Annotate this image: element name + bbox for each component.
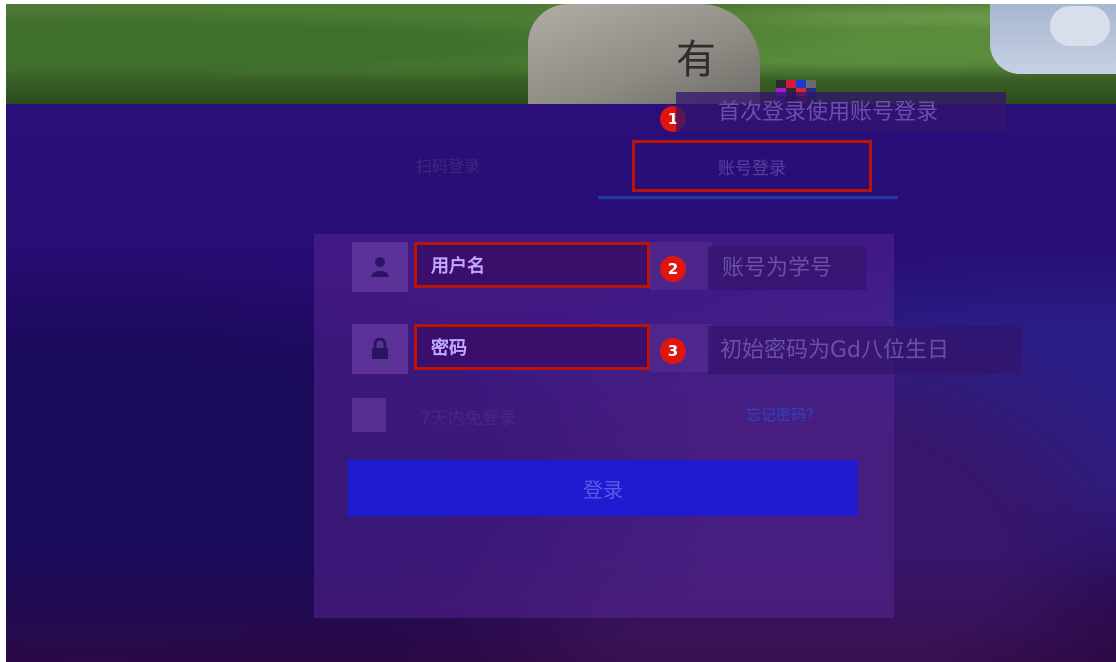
lock-icon [372, 338, 388, 359]
user-icon [371, 257, 389, 277]
login-button[interactable]: 登录 [348, 460, 858, 516]
forgot-password-link[interactable]: 忘记密码？ [746, 404, 821, 425]
active-tab-underline [598, 196, 898, 199]
callout-badge-3: 3 [660, 338, 686, 364]
login-screenshot: 有 扫码登录 账号登录 1 首次登录使用账号登录 用户名 2 账号为学号 密码 … [0, 0, 1116, 662]
sky-cloud [1050, 6, 1110, 46]
inscribed-stone [528, 4, 760, 106]
callout-text-3: 初始密码为Gd八位生日 [720, 338, 950, 363]
tab-qr-login[interactable]: 扫码登录 [416, 154, 536, 180]
remember-label: 7天内免登录 [420, 409, 516, 429]
remember-checkbox[interactable] [352, 398, 386, 432]
password-input[interactable]: 密码 [414, 324, 650, 370]
tab-account-login-label: 账号登录 [718, 158, 786, 179]
callout-text-2: 账号为学号 [722, 256, 833, 281]
tab-account-login[interactable]: 账号登录 [632, 140, 872, 192]
password-icon-cell [352, 324, 408, 374]
callout-text-1: 首次登录使用账号登录 [718, 100, 939, 125]
username-icon-cell [352, 242, 408, 292]
callout-badge-2: 2 [660, 256, 686, 282]
username-input[interactable]: 用户名 [414, 242, 650, 288]
stone-inscription: 有 [676, 37, 716, 83]
